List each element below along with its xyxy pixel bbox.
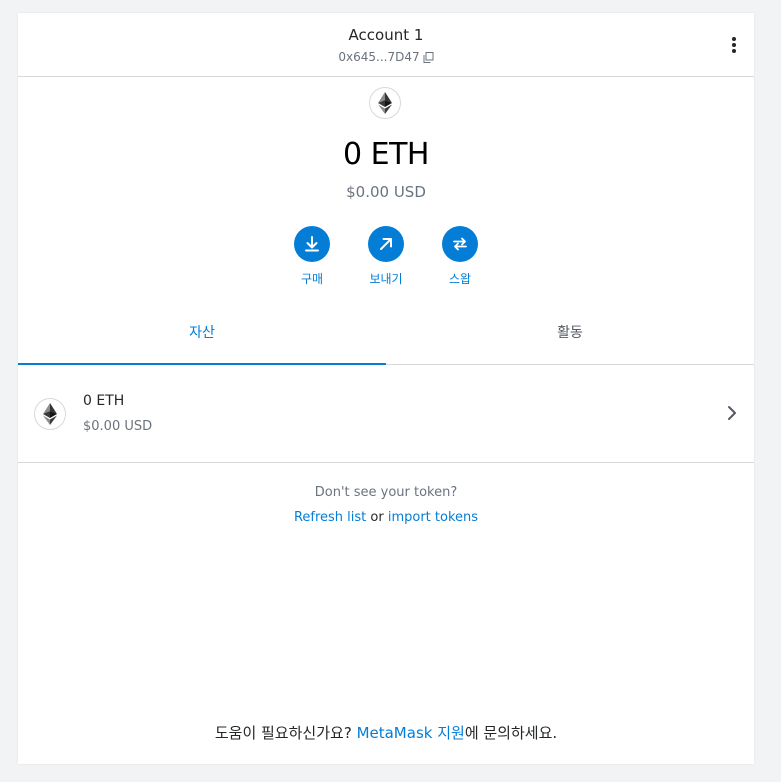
import-token-prompt: Don't see your token? Refresh list or im… [18,463,754,525]
wallet-actions: 구매 보내기 스왑 [18,226,754,287]
dont-see-token-text: Don't see your token? [314,485,458,500]
import-links-row: Refresh list or import tokens [18,510,754,525]
arrow-up-right-icon[interactable] [368,226,404,262]
eth-logo-icon [369,87,401,119]
send-button[interactable]: 보내기 [368,226,404,287]
account-name[interactable]: Account 1 [18,26,754,44]
swap-button[interactable]: 스왑 [442,226,478,287]
chevron-right-icon[interactable] [726,405,738,421]
asset-primary-amount: 0 ETH [83,393,125,409]
copy-icon[interactable] [423,51,434,63]
tab-assets[interactable]: 자산 [18,299,386,365]
swap-icon[interactable] [442,226,478,262]
primary-balance: 0 ETH [343,137,429,172]
account-address-row[interactable]: 0x645...7D47 [18,50,754,64]
account-options-menu-icon[interactable] [726,35,742,55]
metamask-support-link[interactable]: MetaMask 지원 [357,724,465,742]
tab-activity[interactable]: 활동 [386,299,754,364]
buy-button[interactable]: 구매 [294,226,330,287]
asset-list-item-eth[interactable]: 0 ETH $0.00 USD [18,365,754,463]
balance-section: 0 ETH $0.00 USD 구매 보내기 스왑 [18,77,754,299]
buy-label[interactable]: 구매 [301,270,323,287]
asset-secondary-amount: $0.00 USD [83,419,153,434]
account-header: Account 1 0x645...7D47 [18,13,754,77]
tab-bar: 자산 활동 [18,299,754,365]
support-prefix: 도움이 필요하신가요? [214,724,352,742]
refresh-list-link[interactable]: Refresh list [294,510,366,525]
wallet-panel: Account 1 0x645...7D47 0 ETH $0.00 USD 구… [18,13,754,764]
secondary-balance: $0.00 USD [346,183,426,201]
or-text: or [370,510,384,525]
support-footer: 도움이 필요하신가요? MetaMask 지원에 문의하세요. [18,722,754,743]
support-suffix: 에 문의하세요. [464,724,558,742]
eth-token-icon [34,398,66,430]
import-tokens-link[interactable]: import tokens [388,510,478,525]
account-address[interactable]: 0x645...7D47 [338,50,419,64]
send-label[interactable]: 보내기 [369,270,402,287]
swap-label[interactable]: 스왑 [449,270,471,287]
download-icon[interactable] [294,226,330,262]
